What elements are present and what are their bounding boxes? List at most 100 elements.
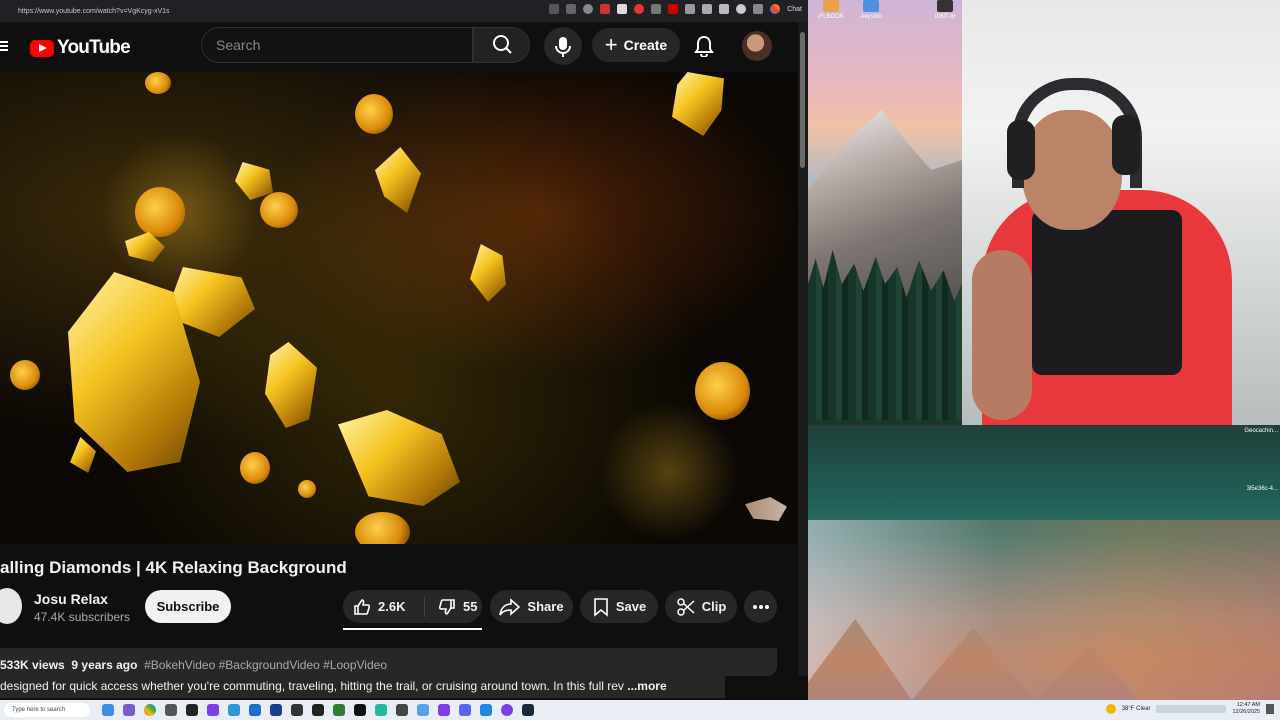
weather-text[interactable]: 38°F Clear bbox=[1122, 706, 1151, 712]
weather-icon bbox=[1105, 704, 1116, 714]
app-icon[interactable] bbox=[249, 704, 261, 716]
subscriber-count: 47.4K subscribers bbox=[34, 610, 131, 624]
desktop-background: iFLBOOK Aeysion iDNT-lo Geocachin... 3l5… bbox=[808, 0, 1280, 700]
upload-age: 9 years ago bbox=[71, 658, 138, 672]
chrome-icon[interactable] bbox=[144, 704, 156, 716]
voice-search-button[interactable] bbox=[544, 27, 582, 65]
search-input[interactable]: Search bbox=[201, 27, 473, 63]
profile-icon[interactable] bbox=[736, 4, 747, 14]
description-box[interactable]: 533K views 9 years ago #BokehVideo #Back… bbox=[0, 648, 777, 676]
video-player[interactable] bbox=[0, 72, 798, 544]
app-icon[interactable] bbox=[228, 704, 240, 716]
gold-orb bbox=[695, 362, 750, 420]
app-icon[interactable] bbox=[333, 704, 345, 716]
app-icon[interactable] bbox=[438, 704, 450, 716]
search-button[interactable] bbox=[473, 27, 530, 63]
page-scrollbar[interactable] bbox=[798, 22, 808, 676]
extension-icon[interactable] bbox=[566, 4, 577, 14]
create-button[interactable]: + Create bbox=[592, 28, 680, 62]
app-icon[interactable] bbox=[396, 704, 408, 716]
desktop-icon[interactable]: Aeysion bbox=[856, 0, 886, 20]
scissors-icon bbox=[676, 597, 695, 616]
notification-icon[interactable] bbox=[1266, 704, 1274, 714]
youtube-play-icon bbox=[30, 39, 54, 57]
app-icon[interactable] bbox=[270, 704, 282, 716]
extension-icon[interactable] bbox=[685, 4, 696, 14]
clock[interactable]: 12:47 AM 12/26/2025 bbox=[1232, 702, 1260, 716]
more-actions-button[interactable] bbox=[744, 590, 777, 623]
microphone-icon bbox=[555, 37, 571, 57]
desktop-icon[interactable]: iDNT-lo bbox=[930, 0, 960, 20]
clip-button[interactable]: Clip bbox=[665, 590, 737, 623]
app-icon[interactable] bbox=[501, 704, 513, 716]
browser-address-bar[interactable]: https://www.youtube.com/watch?v=VgKcyg-x… bbox=[0, 0, 808, 22]
save-button[interactable]: Save bbox=[580, 590, 658, 623]
taskbar-apps bbox=[102, 704, 534, 716]
youtube-logo[interactable]: YouTube bbox=[30, 37, 131, 59]
star-icon[interactable] bbox=[583, 4, 594, 14]
extension-icon[interactable] bbox=[719, 4, 730, 14]
taskbar-search[interactable]: Type here to search bbox=[4, 703, 90, 717]
app-icon[interactable] bbox=[207, 704, 219, 716]
headset-ear-left bbox=[1007, 120, 1035, 180]
extension-icon[interactable] bbox=[600, 4, 611, 14]
more-link[interactable]: ...more bbox=[627, 679, 666, 693]
webcam-overlay bbox=[962, 0, 1280, 425]
person-vest bbox=[1032, 210, 1182, 375]
channel-avatar[interactable] bbox=[0, 588, 22, 624]
hand-cursor-icon bbox=[745, 497, 787, 521]
app-icon[interactable] bbox=[291, 704, 303, 716]
like-button[interactable]: 2.6K bbox=[343, 596, 425, 617]
app-icon[interactable] bbox=[312, 704, 324, 716]
notifications-button[interactable] bbox=[693, 35, 715, 62]
gold-orb bbox=[355, 94, 393, 134]
overlay-label-2: 3l5e36c-4... bbox=[1246, 486, 1278, 492]
browser-extensions: Chat bbox=[549, 4, 802, 14]
overlay-label: Geocachin... bbox=[1244, 428, 1278, 434]
app-icon[interactable] bbox=[480, 704, 492, 716]
scrollbar-thumb[interactable] bbox=[800, 32, 805, 168]
app-icon[interactable] bbox=[375, 704, 387, 716]
hashtags[interactable]: #BokehVideo #BackgroundVideo #LoopVideo bbox=[144, 658, 387, 672]
share-button[interactable]: Share bbox=[490, 590, 573, 623]
subscribe-button[interactable]: Subscribe bbox=[145, 590, 231, 623]
app-icon[interactable] bbox=[102, 704, 114, 716]
extension-icon[interactable] bbox=[668, 4, 679, 14]
extension-icon[interactable] bbox=[617, 4, 628, 14]
menu-dots-icon[interactable] bbox=[753, 4, 764, 14]
extension-icon[interactable] bbox=[651, 4, 662, 14]
app-icon[interactable] bbox=[417, 704, 429, 716]
video-title: alling Diamonds | 4K Relaxing Background bbox=[0, 558, 347, 577]
account-avatar[interactable] bbox=[742, 31, 772, 61]
puzzle-icon[interactable] bbox=[702, 4, 713, 14]
hamburger-menu-icon[interactable] bbox=[0, 39, 8, 53]
app-icon[interactable] bbox=[165, 704, 177, 716]
desktop-icon[interactable]: iFLBOOK bbox=[816, 0, 846, 20]
app-icon bbox=[863, 0, 879, 12]
gold-orb bbox=[145, 72, 171, 94]
gold-orb bbox=[355, 512, 410, 544]
share-icon bbox=[499, 597, 521, 616]
extension-icon[interactable] bbox=[549, 4, 560, 14]
discord-icon[interactable] bbox=[459, 704, 471, 716]
channel-name[interactable]: Josu Relax bbox=[34, 591, 108, 607]
extension-icon[interactable] bbox=[634, 4, 645, 14]
chat-label[interactable]: Chat bbox=[787, 6, 802, 13]
bell-icon bbox=[694, 35, 714, 58]
dislike-button[interactable]: 55 bbox=[425, 597, 477, 617]
search-placeholder: Search bbox=[216, 37, 261, 53]
youtube-header: YouTube Search + Create bbox=[0, 22, 800, 72]
taskbar-search-placeholder: Type here to search bbox=[12, 707, 66, 713]
app-icon[interactable] bbox=[123, 704, 135, 716]
steam-icon[interactable] bbox=[522, 704, 534, 716]
app-icon[interactable] bbox=[354, 704, 366, 716]
desktop-icon-label: iFLBOOK bbox=[818, 14, 844, 20]
gold-diamond bbox=[375, 147, 421, 213]
dislike-count: 55 bbox=[463, 599, 478, 614]
person-arm bbox=[972, 250, 1032, 420]
app-icon[interactable] bbox=[186, 704, 198, 716]
clock-time: 12:47 AM bbox=[1236, 702, 1260, 708]
url-text[interactable]: https://www.youtube.com/watch?v=VgKcyg-x… bbox=[18, 8, 170, 15]
tray-icons[interactable] bbox=[1156, 705, 1227, 713]
chrome-chat-icon[interactable] bbox=[770, 4, 781, 14]
